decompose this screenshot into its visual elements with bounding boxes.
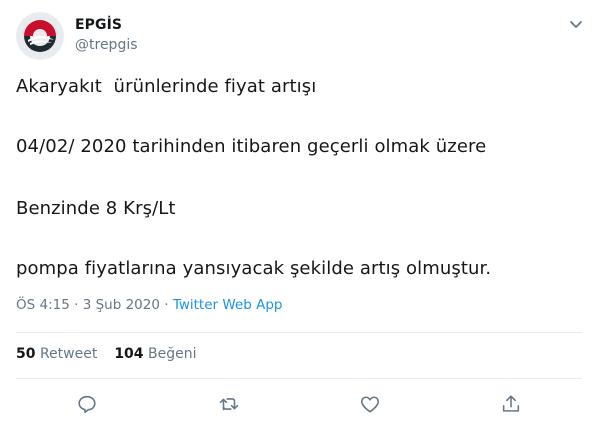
share-icon xyxy=(502,395,520,412)
retweet-label: Retweet xyxy=(39,346,98,362)
retweet-count: 50 xyxy=(16,346,36,362)
tweet-time[interactable]: ÖS 4:15 xyxy=(16,297,70,313)
retweet-count-link[interactable]: 50 Retweet xyxy=(16,346,97,362)
like-count: 104 xyxy=(114,346,144,362)
like-label: Beğeni xyxy=(148,346,197,362)
chevron-down-icon xyxy=(570,21,582,28)
user-handle[interactable]: @trepgis xyxy=(75,37,138,53)
tweet-date[interactable]: 3 Şub 2020 xyxy=(83,297,160,313)
tweet-text-line: Akaryakıt ürünlerinde fiyat artışı xyxy=(16,76,317,97)
user-display-name[interactable]: EPGİS xyxy=(75,17,122,33)
divider xyxy=(16,378,582,379)
tweet-source-link[interactable]: Twitter Web App xyxy=(173,297,283,313)
tweet-text-line: 04/02/ 2020 tarihinden itibaren geçerli … xyxy=(16,136,487,157)
meta-separator: · xyxy=(74,297,79,313)
tweet-card: EPGİS @trepgis Akaryakıt ürünlerinde fiy… xyxy=(0,0,598,429)
like-count-link[interactable]: 104 Beğeni xyxy=(114,346,196,362)
retweet-icon xyxy=(219,398,239,411)
tweet-stats: 50 Retweet 104 Beğeni xyxy=(16,346,196,362)
like-icon xyxy=(360,396,380,413)
tweet-text-line: pompa fiyatlarına yansıyacak şekilde art… xyxy=(16,258,492,279)
share-button[interactable] xyxy=(500,393,522,415)
tweet-menu-button[interactable] xyxy=(566,14,586,34)
epgis-logo-icon xyxy=(16,12,64,60)
like-button[interactable] xyxy=(359,393,381,415)
reply-icon xyxy=(78,395,96,414)
tweet-text-line: Benzinde 8 Krş/Lt xyxy=(16,198,176,219)
meta-separator: · xyxy=(164,297,169,313)
avatar[interactable] xyxy=(16,12,64,60)
retweet-button[interactable] xyxy=(218,393,240,415)
divider xyxy=(16,332,582,333)
tweet-metadata: ÖS 4:15 · 3 Şub 2020 · Twitter Web App xyxy=(16,297,282,313)
reply-button[interactable] xyxy=(76,393,98,415)
